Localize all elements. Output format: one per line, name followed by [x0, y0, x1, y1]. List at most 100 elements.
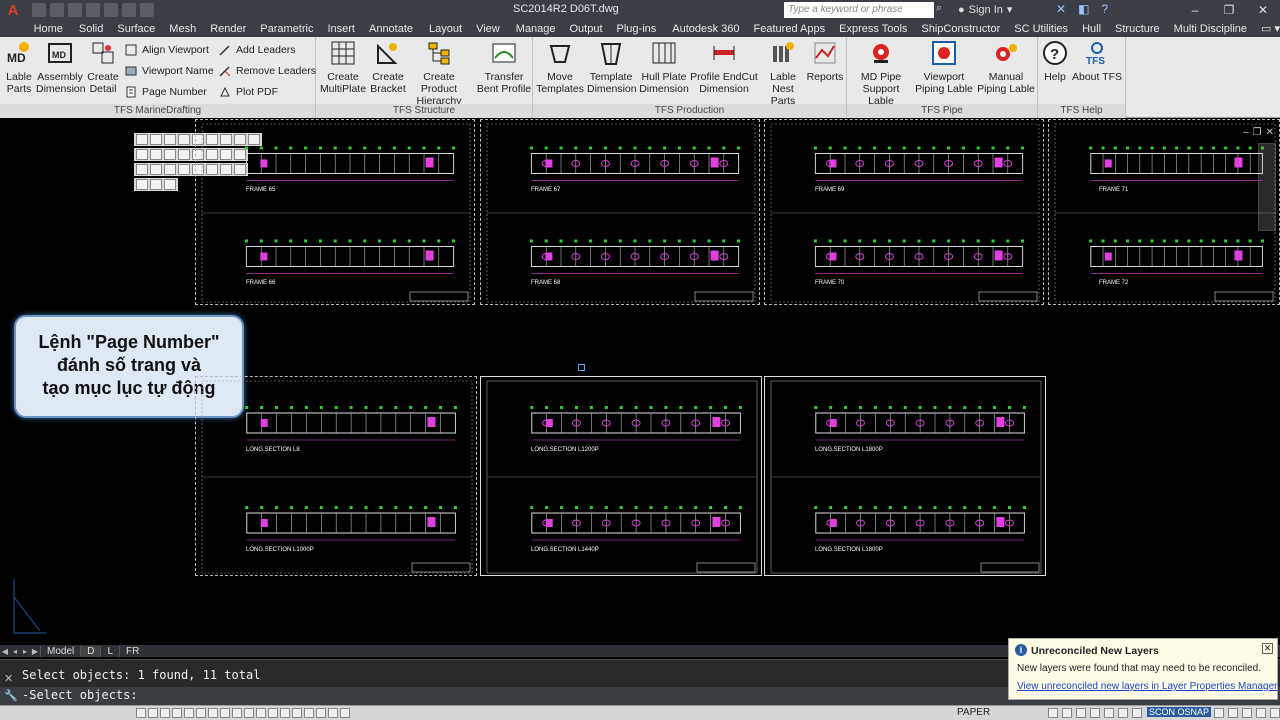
create-product-hierarchy-button[interactable]: Create Product Hierarchy: [406, 39, 472, 107]
ribbon-tab-solid[interactable]: Solid: [79, 23, 103, 35]
status-toggle-icon[interactable]: [232, 708, 242, 718]
status-toggle-icon[interactable]: [196, 708, 206, 718]
undo-icon[interactable]: [122, 3, 136, 17]
ribbon-tab-render[interactable]: Render: [210, 23, 246, 35]
status-toggle-icon[interactable]: [172, 708, 182, 718]
ribbon-tab-hull[interactable]: Hull: [1082, 23, 1101, 35]
ribbon-tab-insert[interactable]: Insert: [327, 23, 355, 35]
first-tab-icon[interactable]: ◀: [0, 647, 10, 656]
manual-piping-lable-button[interactable]: Manual Piping Lable: [975, 39, 1037, 95]
tool-icon[interactable]: [136, 164, 148, 175]
drawing-sheet[interactable]: FRAME 71 FRAME 72: [1048, 119, 1280, 305]
tool-icon[interactable]: [164, 179, 176, 190]
viewport-name-button[interactable]: Viewport Name: [124, 64, 214, 78]
redo-icon[interactable]: [140, 3, 154, 17]
status-toggle-icon[interactable]: [1132, 708, 1142, 718]
ribbon-tab-mesh[interactable]: Mesh: [169, 23, 196, 35]
minimize-button[interactable]: –: [1178, 0, 1212, 20]
drawing-sheet[interactable]: LONG.SECTION L1800P LONG.SECTION L1800P: [764, 376, 1046, 576]
remove-leaders-button[interactable]: Remove Leaders: [218, 64, 316, 78]
create-multiplate-button[interactable]: Create MultiPlate: [318, 39, 368, 95]
status-toggle-icon[interactable]: [292, 708, 302, 718]
create-bracket-button[interactable]: Create Bracket: [368, 39, 408, 95]
status-toggle-icon[interactable]: [1118, 708, 1128, 718]
ribbon-tab-manage[interactable]: Manage: [516, 23, 556, 35]
sign-in-button[interactable]: ● Sign In ▾: [958, 3, 1012, 17]
status-toggle-icon[interactable]: [1270, 708, 1280, 718]
status-toggle-icon[interactable]: [268, 708, 278, 718]
status-toggle-icon[interactable]: [220, 708, 230, 718]
drawing-sheet[interactable]: FRAME 67 FRAME 68: [480, 119, 760, 305]
move-templates-button[interactable]: Move Templates: [535, 39, 585, 95]
ribbon-tab-autodesk-360[interactable]: Autodesk 360: [672, 23, 739, 35]
ribbon-tab-home[interactable]: Home: [34, 23, 63, 35]
ribbon-tab-multi-discipline[interactable]: Multi Discipline: [1174, 23, 1247, 35]
status-toggle-icon[interactable]: [328, 708, 338, 718]
drawing-canvas[interactable]: – ❐ ✕ Lệnh "Page Number" đánh số trang v…: [0, 119, 1280, 645]
paper-model-toggle[interactable]: PAPER: [957, 707, 990, 718]
status-toggle-icon[interactable]: [256, 708, 266, 718]
lable-nest-parts-button[interactable]: Lable Nest Parts: [761, 39, 805, 107]
exchange-icon[interactable]: ✕: [1056, 2, 1066, 16]
restore-button[interactable]: ❐: [1212, 0, 1246, 20]
status-toggle-icon[interactable]: [136, 708, 146, 718]
drawing-sheet[interactable]: LONG.SECTION L1200P LONG.SECTION L1440P: [480, 376, 762, 576]
status-toggle-icon[interactable]: [1214, 708, 1224, 718]
save-icon[interactable]: [68, 3, 82, 17]
tool-icon[interactable]: [136, 134, 148, 145]
tool-icon[interactable]: [178, 134, 190, 145]
hull-plate-dimension-button[interactable]: Hull Plate Dimension: [637, 39, 691, 95]
profile-endcut-dimension-button[interactable]: Profile EndCut Dimension: [689, 39, 759, 95]
create-detail-button[interactable]: Create Detail: [86, 39, 120, 95]
scon-osnap-toggle[interactable]: SCON OSNAP: [1147, 707, 1212, 717]
status-toggle-icon[interactable]: [340, 708, 350, 718]
md-pipe-support-lable-button[interactable]: MD Pipe Support Lable: [849, 39, 913, 107]
status-toggle-icon[interactable]: [1090, 708, 1100, 718]
tool-icon[interactable]: [178, 149, 190, 160]
ribbon-options-icon[interactable]: ▭ ▾: [1261, 22, 1280, 35]
tool-icon[interactable]: [164, 164, 176, 175]
template-dimension-button[interactable]: Template Dimension: [587, 39, 637, 95]
reports-button[interactable]: Reports: [805, 39, 845, 83]
status-toggle-icon[interactable]: [1242, 708, 1252, 718]
last-tab-icon[interactable]: ▶: [30, 647, 40, 656]
ribbon-tab-express-tools[interactable]: Express Tools: [839, 23, 907, 35]
status-toggle-icon[interactable]: [1048, 708, 1058, 718]
search-input[interactable]: Type a keyword or phrase: [784, 2, 934, 18]
ribbon-tab-featured-apps[interactable]: Featured Apps: [754, 23, 826, 35]
tool-icon[interactable]: [178, 164, 190, 175]
status-toggle-icon[interactable]: [184, 708, 194, 718]
plot-pdf-button[interactable]: Plot PDF: [218, 85, 278, 99]
status-toggle-icon[interactable]: [1076, 708, 1086, 718]
ribbon-tab-structure[interactable]: Structure: [1115, 23, 1160, 35]
status-toggle-icon[interactable]: [244, 708, 254, 718]
close-notification-button[interactable]: ✕: [1262, 643, 1273, 654]
status-toggle-icon[interactable]: [316, 708, 326, 718]
plot-icon[interactable]: [104, 3, 118, 17]
ribbon-tab-layout[interactable]: Layout: [429, 23, 462, 35]
align-viewport-button[interactable]: Align Viewport: [124, 43, 209, 57]
tool-icon[interactable]: [150, 164, 162, 175]
close-command-line-icon[interactable]: ✕: [4, 672, 13, 685]
status-toggle-icon[interactable]: [280, 708, 290, 718]
layer-properties-link[interactable]: View unreconciled new layers in Layer Pr…: [1017, 681, 1278, 692]
ribbon-tab-output[interactable]: Output: [569, 23, 602, 35]
prev-tab-icon[interactable]: ◂: [10, 647, 20, 656]
help-icon[interactable]: ?: [1101, 2, 1108, 16]
page-number-button[interactable]: Page Number: [124, 85, 207, 99]
connect-icon[interactable]: ◧: [1078, 2, 1089, 16]
status-toggle-icon[interactable]: [1228, 708, 1238, 718]
app-menu-logo-icon[interactable]: A: [0, 0, 26, 20]
tool-icon[interactable]: [150, 134, 162, 145]
ribbon-tab-sc-utilities[interactable]: SC Utilities: [1014, 23, 1068, 35]
tool-icon[interactable]: [136, 149, 148, 160]
add-leaders-button[interactable]: Add Leaders: [218, 43, 296, 57]
status-toggle-icon[interactable]: [148, 708, 158, 718]
close-window-button[interactable]: ✕: [1246, 0, 1280, 20]
new-icon[interactable]: [32, 3, 46, 17]
status-toggle-icon[interactable]: [304, 708, 314, 718]
ribbon-tab-shipconstructor[interactable]: ShipConstructor: [921, 23, 1000, 35]
binoculars-icon[interactable]: ⌕: [936, 2, 950, 16]
status-toggle-icon[interactable]: [1256, 708, 1266, 718]
help-button[interactable]: ? Help: [1040, 39, 1070, 83]
